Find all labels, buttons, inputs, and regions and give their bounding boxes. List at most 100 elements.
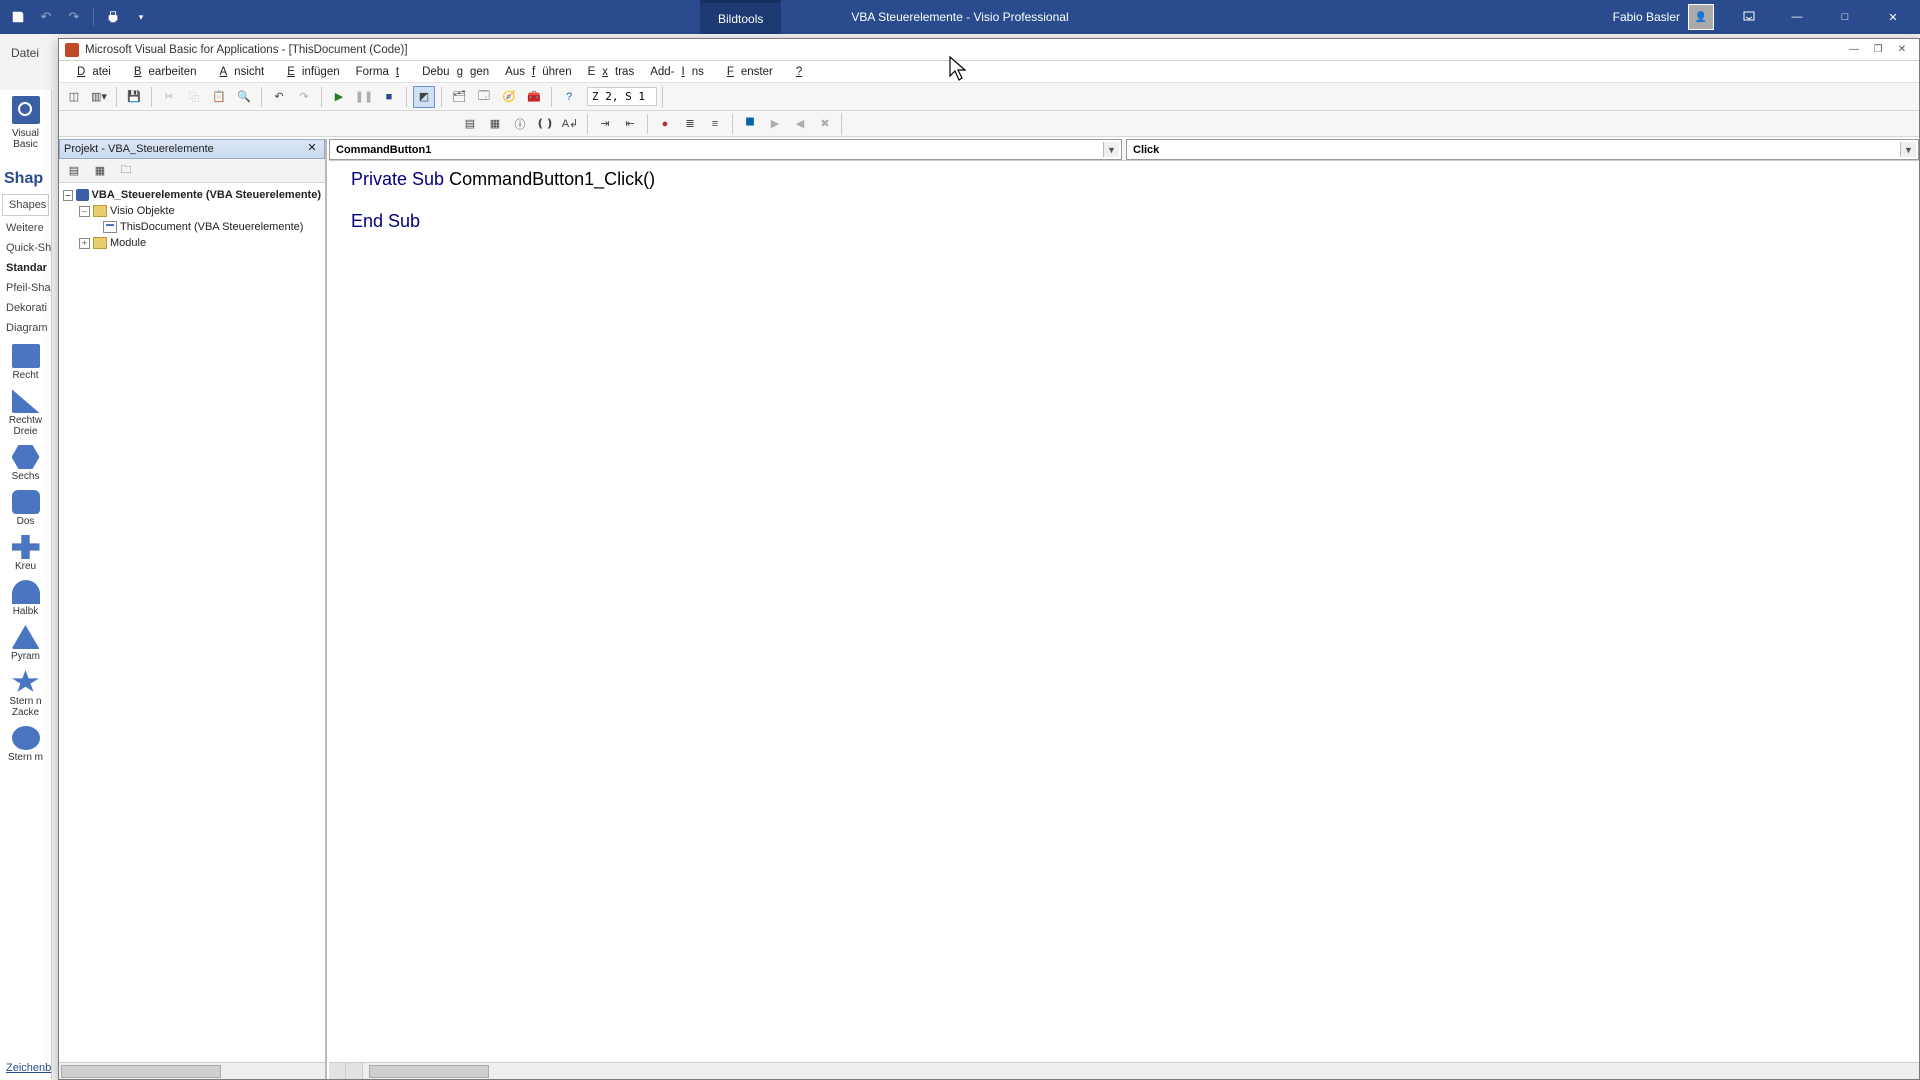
find-icon[interactable]: 🔍 [233, 86, 255, 108]
list-properties-icon[interactable]: ▤ [459, 113, 481, 135]
chevron-down-icon[interactable]: ▼ [1103, 142, 1119, 157]
menu-format[interactable]: Format [349, 64, 413, 80]
menu-debuggen[interactable]: Debuggen [415, 64, 496, 80]
menu-ansicht[interactable]: Ansicht [206, 64, 272, 80]
shape-rtriangle[interactable]: Rechtw Dreie [0, 383, 51, 439]
shape-star-round[interactable]: Stern m [0, 720, 51, 765]
bookmark-next-icon[interactable]: ▶ [764, 113, 786, 135]
shape-pyramid[interactable]: Pyram [0, 619, 51, 664]
project-explorer-title[interactable]: Projekt - VBA_Steuerelemente ✕ [59, 139, 325, 159]
redo-icon[interactable]: ↷ [62, 5, 86, 29]
breakpoint-icon[interactable]: ● [654, 113, 676, 135]
complete-word-icon[interactable]: A↲ [559, 113, 581, 135]
cat-diagram[interactable]: Diagram [0, 318, 51, 338]
vbe-close-button[interactable]: ✕ [1891, 42, 1913, 58]
shapes-search[interactable]: Shapes s [2, 194, 49, 216]
help-icon[interactable]: ? [558, 86, 580, 108]
object-browser-icon[interactable]: 🧭 [498, 86, 520, 108]
redo-icon[interactable]: ↷ [293, 86, 315, 108]
print-icon[interactable] [101, 5, 125, 29]
object-combo[interactable]: CommandButton1 ▼ [329, 139, 1122, 160]
toolbox-icon[interactable]: 🧰 [523, 86, 545, 108]
user-avatar[interactable]: 👤 [1688, 4, 1714, 30]
menu-ausfuehren[interactable]: Ausführen [498, 64, 578, 80]
vbe-minimize-button[interactable]: ― [1843, 42, 1865, 58]
parameter-info-icon[interactable]: ❪❫ [534, 113, 556, 135]
visual-basic-button[interactable]: Visual Basic [3, 94, 49, 152]
vbe-restore-button[interactable]: ❐ [1867, 42, 1889, 58]
vbe-app-icon [65, 43, 79, 57]
tree-folder-visio-objects[interactable]: – Visio Objekte [61, 203, 323, 219]
shape-halfcircle[interactable]: Halbk [0, 574, 51, 619]
cat-dekorati[interactable]: Dekorati [0, 298, 51, 318]
project-explorer-icon[interactable]: 🗂 [448, 86, 470, 108]
toggle-folders-icon[interactable]: 🗀 [115, 160, 137, 182]
bookmark-prev-icon[interactable]: ◀ [789, 113, 811, 135]
toolbar-grip-2[interactable] [841, 113, 847, 135]
tree-project-root[interactable]: – VBA_Steuerelemente (VBA Steuerelemente… [61, 187, 323, 203]
code-hscroll[interactable] [329, 1062, 1919, 1079]
close-button[interactable]: ✕ [1870, 0, 1916, 34]
menu-einfuegen[interactable]: Einfügen [273, 64, 346, 80]
procedure-combo[interactable]: Click ▼ [1126, 139, 1919, 160]
insert-module-icon[interactable]: ▥▾ [88, 86, 110, 108]
vbe-titlebar[interactable]: Microsoft Visual Basic for Applications … [59, 39, 1919, 61]
comment-block-icon[interactable]: ≣ [679, 113, 701, 135]
menu-addins[interactable]: Add-Ins [643, 64, 711, 80]
cat-quick[interactable]: Quick-Sh [0, 238, 51, 258]
code-editor[interactable]: Private Sub CommandButton1_Click() End S… [329, 161, 1919, 1062]
bookmark-clear-icon[interactable]: ✖ [814, 113, 836, 135]
shape-rect[interactable]: Recht [0, 338, 51, 383]
full-module-view-icon[interactable] [346, 1063, 363, 1079]
menu-help[interactable]: ? [782, 64, 816, 80]
shape-star[interactable]: Stern n Zacke [0, 664, 51, 720]
design-mode-icon[interactable]: ◩ [413, 86, 435, 108]
project-hscroll[interactable] [59, 1062, 325, 1079]
tree-folder-module[interactable]: + Module [61, 235, 323, 251]
cat-weitere[interactable]: Weitere [0, 218, 51, 238]
undo-icon[interactable]: ↶ [268, 86, 290, 108]
save-icon[interactable]: 💾 [123, 86, 145, 108]
chevron-down-icon[interactable]: ▼ [1900, 142, 1916, 157]
break-icon[interactable]: ❚❚ [353, 86, 375, 108]
copy-icon[interactable]: ⿻ [183, 86, 205, 108]
tree-thisdocument[interactable]: ThisDocument (VBA Steuerelemente) [61, 219, 323, 235]
toolbar-grip[interactable] [662, 86, 668, 108]
qat-customize-icon[interactable]: ▾ [129, 5, 153, 29]
view-visio-icon[interactable]: ◫ [63, 86, 85, 108]
project-tree[interactable]: – VBA_Steuerelemente (VBA Steuerelemente… [59, 183, 325, 255]
uncomment-block-icon[interactable]: ≡ [704, 113, 726, 135]
indent-icon[interactable]: ⇥ [594, 113, 616, 135]
undo-icon[interactable]: ↶ [34, 5, 58, 29]
zeichenblatt-link[interactable]: Zeichenb [6, 1062, 51, 1074]
code-pane: CommandButton1 ▼ Click ▼ Private Sub Com… [329, 139, 1919, 1079]
properties-icon[interactable]: 🗔 [473, 86, 495, 108]
maximize-button[interactable]: □ [1822, 0, 1868, 34]
shape-hexagon[interactable]: Sechs [0, 439, 51, 484]
reset-icon[interactable]: ■ [378, 86, 400, 108]
cat-standard[interactable]: Standar [0, 258, 51, 278]
minimize-button[interactable]: ― [1774, 0, 1820, 34]
list-constants-icon[interactable]: ▦ [484, 113, 506, 135]
view-code-icon[interactable]: ▤ [63, 160, 85, 182]
cut-icon[interactable]: ✂ [158, 86, 180, 108]
ribbon-options-icon[interactable] [1726, 0, 1772, 34]
shape-cross[interactable]: Kreu [0, 529, 51, 574]
menu-extras[interactable]: Extras [581, 64, 642, 80]
save-icon[interactable] [6, 5, 30, 29]
shape-can[interactable]: Dos [0, 484, 51, 529]
ribbon-tab-datei[interactable]: Datei [11, 46, 39, 60]
quick-info-icon[interactable]: ⓘ [509, 113, 531, 135]
menu-datei[interactable]: Datei [63, 64, 118, 80]
project-explorer-close-icon[interactable]: ✕ [304, 141, 320, 157]
procedure-view-icon[interactable] [329, 1063, 346, 1079]
menu-bearbeiten[interactable]: Bearbeiten [120, 64, 204, 80]
outdent-icon[interactable]: ⇤ [619, 113, 641, 135]
cat-pfeil[interactable]: Pfeil-Sha [0, 278, 51, 298]
menu-fenster[interactable]: Fenster [713, 64, 780, 80]
view-object-icon[interactable]: ▦ [89, 160, 111, 182]
run-icon[interactable]: ▶ [328, 86, 350, 108]
bildtools-tab[interactable]: Bildtools [700, 0, 781, 34]
bookmark-toggle-icon[interactable]: ⯀ [739, 113, 761, 135]
paste-icon[interactable]: 📋 [208, 86, 230, 108]
